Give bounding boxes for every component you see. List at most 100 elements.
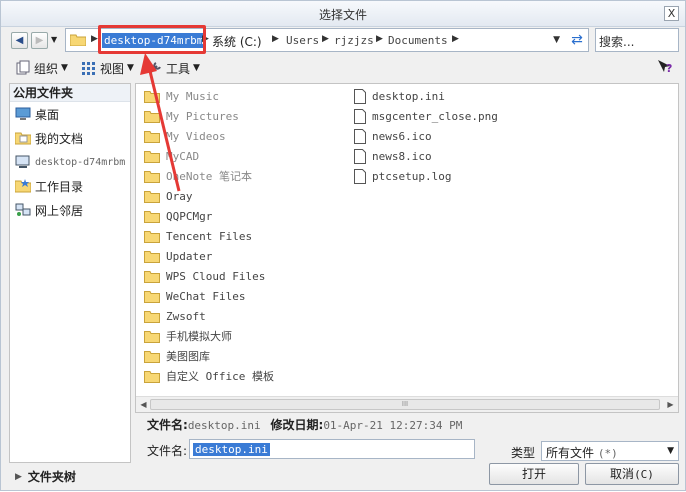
tools-icon [149, 62, 161, 74]
scroll-thumb[interactable]: III [150, 399, 660, 410]
chevron-down-icon: ▼ [667, 446, 674, 456]
list-item[interactable]: desktop.ini [354, 86, 498, 106]
file-name: WPS Cloud Files [166, 269, 266, 283]
list-item[interactable]: Oray [144, 186, 274, 206]
sidebar-item-label: desktop-d74mrbm [35, 156, 126, 168]
file-name: OneNote 笔记本 [166, 170, 252, 183]
tools-label: 工具 [166, 61, 191, 76]
file-name: MyCAD [166, 149, 200, 163]
sidebar-item-documents[interactable]: 我的文档 [10, 126, 130, 150]
file-name: Oray [166, 189, 193, 203]
folder-icon [70, 34, 86, 46]
address-segment-user[interactable]: rjzjzs [334, 34, 374, 47]
folder-icon [144, 210, 160, 223]
list-item[interactable]: My Music [144, 86, 274, 106]
sidebar-item-work[interactable]: 工作目录 [10, 174, 130, 198]
refresh-icon[interactable]: ⇄ [567, 31, 587, 49]
documents-icon [15, 132, 31, 145]
cancel-button[interactable]: 取消(C) [585, 463, 679, 485]
file-name: QQPCMgr [166, 209, 213, 223]
close-button[interactable]: X [664, 6, 679, 21]
file-name: news6.ico [372, 129, 432, 143]
svg-text:?: ? [666, 62, 672, 75]
info-modified-value: 01-Apr-21 12:27:34 PM [323, 419, 463, 432]
list-item[interactable]: 手机模拟大师 [144, 326, 274, 346]
folder-tree-toggle[interactable]: ▶ 文件夹树 [15, 468, 76, 485]
folder-icon [144, 310, 160, 323]
document-icon [354, 128, 366, 144]
sidebar-item-label: 网上邻居 [35, 203, 84, 218]
list-item[interactable]: news8.ico [354, 146, 498, 166]
help-icon[interactable]: ? [657, 59, 673, 75]
folder-icon [144, 130, 160, 143]
list-item[interactable]: 自定义 Office 模板 [144, 366, 274, 386]
chevron-right-icon: ▶ [322, 34, 329, 44]
folder-tree-label: 文件夹树 [27, 470, 76, 484]
tools-menu[interactable]: 工具 ▼ [147, 59, 200, 77]
list-item[interactable]: WeChat Files [144, 286, 274, 306]
document-icon [354, 148, 366, 164]
sidebar: 公用文件夹 桌面 我的文档 desktop-d74mrbm 工作目录 网上邻居 [9, 83, 131, 463]
work-folder-icon [15, 179, 31, 193]
folder-icon [144, 350, 160, 363]
sidebar-item-label: 工作目录 [35, 179, 84, 194]
view-menu[interactable]: 视图 ▼ [81, 59, 134, 77]
folder-icon [144, 330, 160, 343]
info-filename-value: desktop.ini [187, 419, 261, 432]
list-item[interactable]: MyCAD [144, 146, 274, 166]
chevron-down-icon: ▼ [193, 63, 200, 73]
back-button[interactable]: ◀ [11, 32, 28, 49]
list-item[interactable]: Updater [144, 246, 274, 266]
file-name: 自定义 Office 模板 [166, 370, 274, 383]
file-name: Tencent Files [166, 229, 253, 243]
folder-icon [144, 270, 160, 283]
list-item[interactable]: OneNote 笔记本 [144, 166, 274, 186]
file-name: ptcsetup.log [372, 169, 452, 183]
list-item[interactable]: Zwsoft [144, 306, 274, 326]
list-item[interactable]: news6.ico [354, 126, 498, 146]
address-segment-users[interactable]: Users [286, 34, 319, 47]
list-item[interactable]: My Pictures [144, 106, 274, 126]
chevron-right-icon: ▶ [452, 34, 459, 44]
chevron-down-icon: ▼ [61, 63, 68, 73]
list-item[interactable]: ptcsetup.log [354, 166, 498, 186]
address-dropdown-icon[interactable]: ▼ [553, 35, 560, 45]
list-item[interactable]: Tencent Files [144, 226, 274, 246]
sidebar-item-computer[interactable]: desktop-d74mrbm [10, 150, 130, 174]
organize-icon [16, 60, 30, 75]
list-item[interactable]: 美图图库 [144, 346, 274, 366]
sidebar-item-network[interactable]: 网上邻居 [10, 198, 130, 222]
cancel-hotkey: (C) [634, 468, 654, 481]
horizontal-scrollbar[interactable]: ◀ III ▶ [136, 396, 678, 412]
forward-button[interactable]: ▶ [31, 32, 48, 49]
organize-menu[interactable]: 组织 ▼ [15, 59, 68, 77]
address-segment-documents[interactable]: Documents [388, 34, 448, 47]
scroll-right-icon[interactable]: ▶ [664, 399, 677, 411]
file-name: msgcenter_close.png [372, 109, 498, 123]
window-title: 选择文件 [318, 8, 367, 22]
file-name: news8.ico [372, 149, 432, 163]
title-bar: 选择文件 X [1, 1, 685, 27]
document-icon [354, 88, 366, 104]
folder-icon [144, 90, 160, 103]
filename-input[interactable]: desktop.ini [189, 439, 475, 459]
list-item[interactable]: WPS Cloud Files [144, 266, 274, 286]
list-item[interactable]: QQPCMgr [144, 206, 274, 226]
sidebar-item-desktop[interactable]: 桌面 [10, 102, 130, 126]
sidebar-item-label: 我的文档 [35, 131, 84, 146]
filename-value: desktop.ini [193, 443, 270, 456]
search-input[interactable]: 搜索... [595, 28, 679, 52]
folder-icon [144, 170, 160, 183]
file-list[interactable]: My Music My Pictures My Videos MyCAD OneNote… [135, 83, 679, 413]
address-segment-drive[interactable]: 系统 (C:) [212, 33, 262, 50]
chevron-right-icon: ▶ [91, 34, 98, 44]
list-item[interactable]: My Videos [144, 126, 274, 146]
scroll-left-icon[interactable]: ◀ [137, 399, 150, 411]
list-item[interactable]: msgcenter_close.png [354, 106, 498, 126]
open-button[interactable]: 打开 [489, 463, 579, 485]
view-icon [82, 62, 95, 75]
file-type-select[interactable]: 所有文件 (*) ▼ [541, 441, 679, 461]
file-name: 美图图库 [166, 350, 210, 363]
history-dropdown-icon[interactable]: ▼ [51, 35, 57, 44]
file-type-value: 所有文件 [546, 446, 595, 460]
